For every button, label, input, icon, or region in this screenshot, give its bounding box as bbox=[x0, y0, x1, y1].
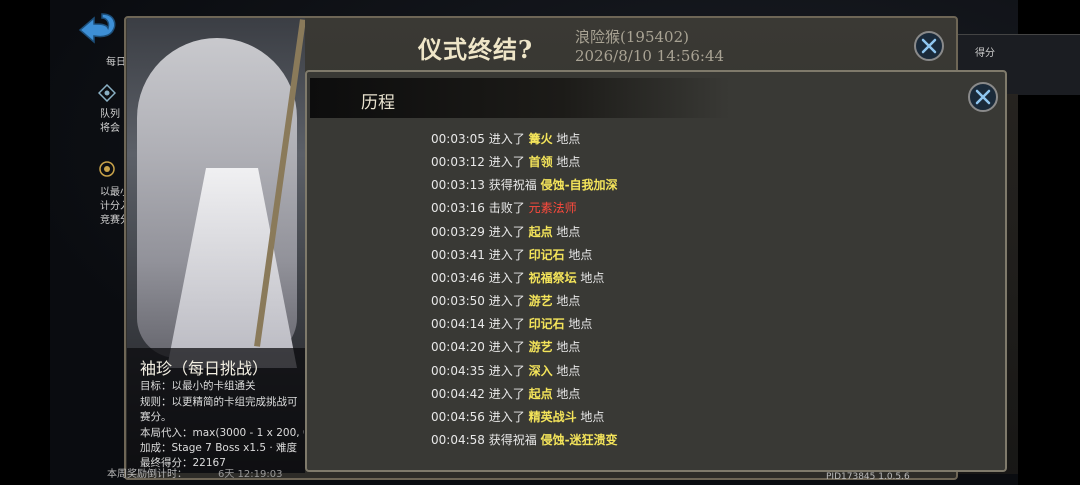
close-icon bbox=[921, 38, 937, 54]
dialog-title: 仪式终结? bbox=[418, 35, 534, 64]
history-entry: 00:04:58 获得祝福 侵蚀-迷狂溃变 bbox=[431, 431, 618, 448]
entry-time: 00:04:35 bbox=[431, 363, 485, 378]
entry-target: 起点 bbox=[528, 386, 553, 401]
entry-verb: 进入了 bbox=[488, 386, 525, 401]
history-entry: 00:03:41 进入了 印记石 地点 bbox=[431, 246, 592, 263]
entry-suffix: 地点 bbox=[568, 247, 593, 262]
entry-verb: 进入了 bbox=[488, 317, 525, 332]
character-goal: 目标：以最小的卡组通关 bbox=[140, 380, 256, 392]
entry-time: 00:04:42 bbox=[431, 386, 485, 401]
entry-suffix: 地点 bbox=[556, 155, 581, 170]
history-entry: 00:04:35 进入了 深入 地点 bbox=[431, 362, 580, 379]
entry-suffix: 地点 bbox=[568, 317, 593, 332]
history-entry: 00:03:16 击败了 元素法师 bbox=[431, 199, 577, 216]
record-datetime: 2026/8/10 14:56:44 bbox=[575, 47, 725, 65]
diamond-icon bbox=[98, 84, 116, 102]
entry-time: 00:03:05 bbox=[431, 132, 485, 146]
history-entry: 00:03:12 进入了 首领 地点 bbox=[431, 153, 580, 170]
history-bottom-fade bbox=[308, 458, 1004, 470]
character-bonus: 加成：Stage 7 Boss x1.5 · 难度 bbox=[140, 442, 298, 454]
history-dialog[interactable] bbox=[305, 70, 1007, 472]
player-name: 浪险猴(195402) bbox=[575, 28, 689, 46]
back-arrow-icon[interactable] bbox=[72, 6, 122, 46]
entry-time: 00:03:46 bbox=[431, 270, 485, 285]
entry-time: 00:03:13 bbox=[431, 178, 485, 193]
entry-verb: 进入了 bbox=[488, 224, 525, 239]
history-entry: 00:04:42 进入了 起点 地点 bbox=[431, 385, 580, 402]
history-title: 历程 bbox=[361, 93, 395, 113]
entry-time: 00:04:58 bbox=[431, 432, 485, 447]
entry-time: 00:03:12 bbox=[431, 155, 485, 170]
entry-target: 元素法师 bbox=[528, 201, 577, 216]
entry-time: 00:03:29 bbox=[431, 224, 485, 239]
entry-target: 印记石 bbox=[528, 317, 565, 332]
entry-suffix: 地点 bbox=[556, 294, 581, 309]
entry-verb: 击败了 bbox=[488, 201, 525, 216]
entry-verb: 进入了 bbox=[488, 247, 525, 262]
side-label-will: 将会 bbox=[100, 123, 120, 134]
character-name: 袖珍（每日挑战） bbox=[140, 359, 269, 378]
close-icon bbox=[975, 89, 991, 105]
weekly-countdown-label: 本周奖励倒计时： bbox=[107, 469, 187, 480]
entry-target: 侵蚀-自我加深 bbox=[540, 178, 618, 193]
history-entry: 00:03:46 进入了 祝福祭坛 地点 bbox=[431, 269, 604, 286]
entry-time: 00:03:50 bbox=[431, 294, 485, 309]
history-entry: 00:04:14 进入了 印记石 地点 bbox=[431, 315, 592, 332]
entry-verb: 进入了 bbox=[488, 340, 525, 355]
entry-verb: 进入了 bbox=[488, 294, 525, 309]
entry-target: 祝福祭坛 bbox=[528, 270, 577, 285]
entry-target: 游艺 bbox=[528, 340, 553, 355]
history-entry: 00:03:29 进入了 起点 地点 bbox=[431, 223, 580, 240]
entry-time: 00:04:14 bbox=[431, 317, 485, 332]
build-id: PID173845 1.0.5.6 bbox=[826, 472, 910, 482]
side-label-queue: 队列 bbox=[100, 109, 120, 120]
character-formula: 本局代入：max(3000 - 1 x 200, 0 bbox=[140, 427, 304, 439]
character-rule-cont: 赛分。 bbox=[140, 411, 172, 423]
entry-target: 篝火 bbox=[528, 132, 553, 146]
entry-target: 起点 bbox=[528, 224, 553, 239]
entry-target: 精英战斗 bbox=[528, 409, 577, 424]
rank-icon bbox=[99, 161, 115, 177]
entry-time: 00:04:20 bbox=[431, 340, 485, 355]
entry-target: 深入 bbox=[528, 363, 553, 378]
history-entry: 00:04:20 进入了 游艺 地点 bbox=[431, 338, 580, 355]
weekly-countdown-value: 6天 12:19:03 bbox=[218, 469, 283, 480]
entry-suffix: 地点 bbox=[580, 270, 605, 285]
entry-verb: 获得祝福 bbox=[488, 432, 537, 447]
entry-suffix: 地点 bbox=[556, 363, 581, 378]
entry-target: 侵蚀-迷狂溃变 bbox=[540, 432, 618, 447]
entry-verb: 获得祝福 bbox=[488, 178, 537, 193]
entry-time: 00:04:56 bbox=[431, 409, 485, 424]
entry-verb: 进入了 bbox=[488, 270, 525, 285]
history-entry: 00:03:05 进入了 篝火 地点 bbox=[431, 130, 580, 147]
right-score-label: 得分 bbox=[975, 48, 995, 59]
entry-suffix: 地点 bbox=[556, 224, 581, 239]
character-rule: 规则：以更精简的卡组完成挑战可 bbox=[140, 396, 298, 408]
entry-verb: 进入了 bbox=[488, 155, 525, 170]
entry-time: 00:03:16 bbox=[431, 201, 485, 216]
side-label-daily: 每日 bbox=[106, 57, 126, 68]
dialog-close-button[interactable] bbox=[914, 31, 944, 61]
history-close-button[interactable] bbox=[968, 82, 998, 112]
entry-target: 游艺 bbox=[528, 294, 553, 309]
entry-target: 首领 bbox=[528, 155, 553, 170]
entry-time: 00:03:41 bbox=[431, 247, 485, 262]
history-entry: 00:04:56 进入了 精英战斗 地点 bbox=[431, 408, 604, 425]
history-entry: 00:03:13 获得祝福 侵蚀-自我加深 bbox=[431, 176, 618, 193]
history-entry: 00:03:50 进入了 游艺 地点 bbox=[431, 292, 580, 309]
left-letterbox bbox=[0, 0, 50, 485]
entry-target: 印记石 bbox=[528, 247, 565, 262]
entry-verb: 进入了 bbox=[488, 409, 525, 424]
entry-suffix: 地点 bbox=[580, 409, 605, 424]
entry-suffix: 地点 bbox=[556, 386, 581, 401]
entry-verb: 进入了 bbox=[488, 132, 525, 146]
entry-verb: 进入了 bbox=[488, 363, 525, 378]
entry-suffix: 地点 bbox=[556, 132, 581, 146]
entry-suffix: 地点 bbox=[556, 340, 581, 355]
